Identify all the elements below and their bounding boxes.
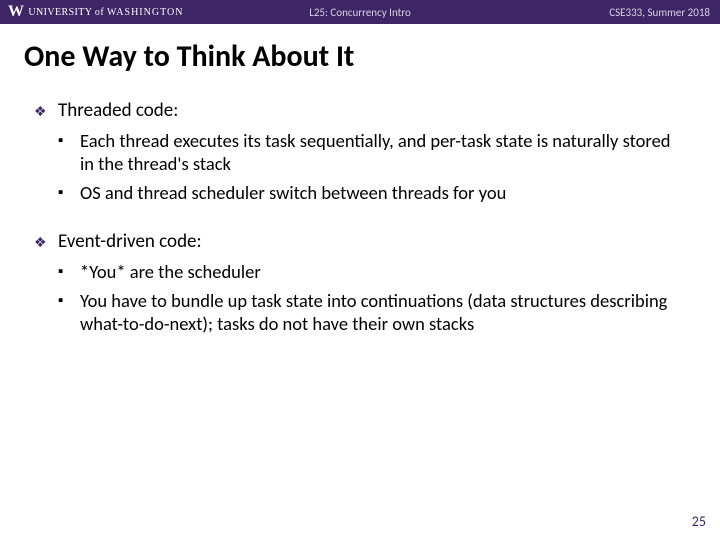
lecture-label: L25: Concurrency Intro bbox=[309, 6, 411, 19]
square-bullet-icon: ▪ bbox=[58, 260, 80, 283]
diamond-bullet-icon: ❖ bbox=[34, 230, 58, 254]
section-heading: ❖ Threaded code: bbox=[34, 99, 686, 123]
square-bullet-icon: ▪ bbox=[58, 289, 80, 335]
course-label: CSE333, Summer 2018 bbox=[609, 6, 710, 19]
logo-text: UNIVERSITY of WASHINGTON bbox=[28, 7, 183, 18]
list-item: ▪ OS and thread scheduler switch between… bbox=[58, 181, 686, 204]
square-bullet-icon: ▪ bbox=[58, 181, 80, 204]
list-item: ▪ *You* are the scheduler bbox=[58, 260, 686, 283]
page-number: 25 bbox=[692, 513, 706, 530]
list-item: ▪ You have to bundle up task state into … bbox=[58, 289, 686, 335]
header-bar: W UNIVERSITY of WASHINGTON L25: Concurre… bbox=[0, 0, 720, 24]
list-item: ▪ Each thread executes its task sequenti… bbox=[58, 129, 686, 175]
section-heading-text: Threaded code: bbox=[58, 99, 686, 123]
logo-w-icon: W bbox=[8, 4, 24, 20]
section-heading-text: Event-driven code: bbox=[58, 230, 686, 254]
list-item-text: OS and thread scheduler switch between t… bbox=[80, 181, 686, 204]
list-item-text: Each thread executes its task sequential… bbox=[80, 129, 686, 175]
list-item-text: *You* are the scheduler bbox=[80, 260, 686, 283]
uw-logo: W UNIVERSITY of WASHINGTON bbox=[0, 4, 183, 20]
logo-university: UNIVERSITY of bbox=[28, 7, 104, 18]
diamond-bullet-icon: ❖ bbox=[34, 99, 58, 123]
list-item-text: You have to bundle up task state into co… bbox=[80, 289, 686, 335]
square-bullet-icon: ▪ bbox=[58, 129, 80, 175]
slide-content: ❖ Threaded code: ▪ Each thread executes … bbox=[0, 99, 720, 335]
slide: W UNIVERSITY of WASHINGTON L25: Concurre… bbox=[0, 0, 720, 540]
logo-washington: WASHINGTON bbox=[107, 7, 183, 18]
section-heading: ❖ Event-driven code: bbox=[34, 230, 686, 254]
slide-title: One Way to Think About It bbox=[0, 24, 720, 85]
